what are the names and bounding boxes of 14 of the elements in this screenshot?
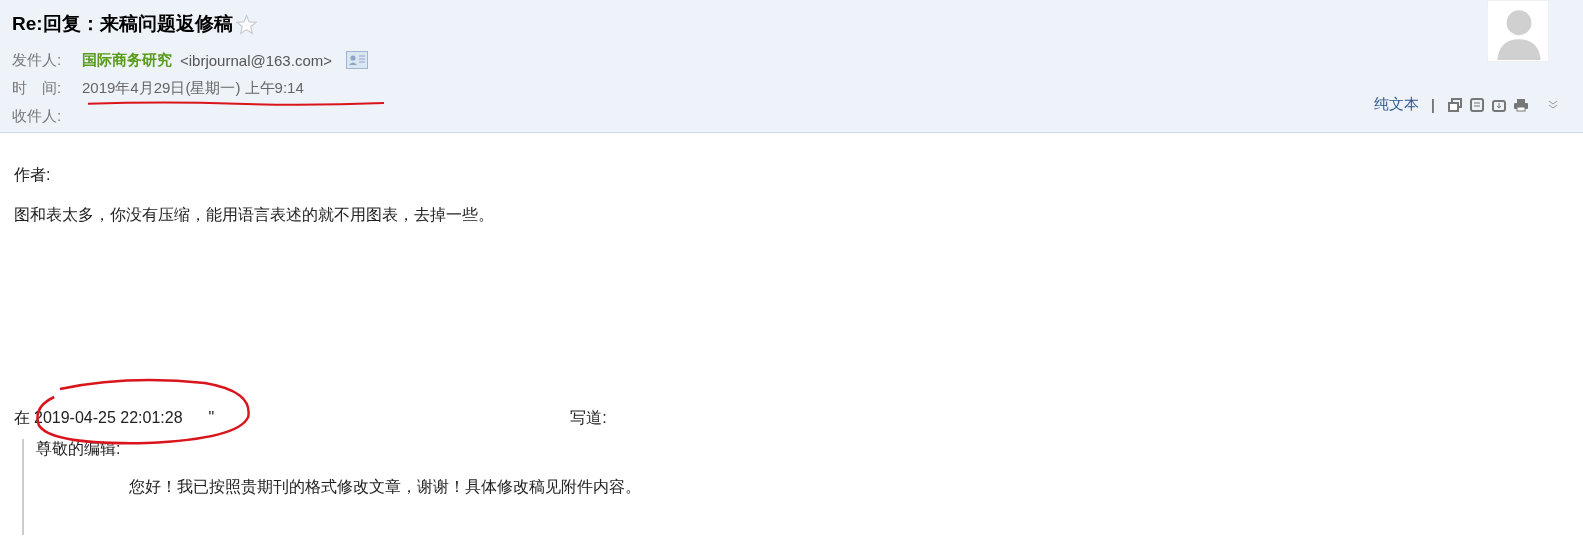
field-label: 收件人: [12, 106, 63, 126]
sender-address: <ibrjournal@163.com> [180, 51, 332, 69]
sent-time: 2019年4月29日(星期一) 上午9:14 [82, 78, 304, 98]
quoted-text: 您好！我已按照贵期刊的格式修改文章，谢谢！具体修改稿见附件内容。 [128, 477, 642, 497]
quote-mark: " [208, 409, 215, 427]
field-label: 时 间: [12, 78, 63, 98]
quote-suffix: 写道: [570, 407, 607, 428]
body-text: 图和表太多，你没有压缩，能用语言表述的就不用图表，去掉一些。 [14, 205, 495, 225]
email-subject: Re:回复：来稿问题返修稿 [12, 12, 233, 36]
quote-prefix: 在 [14, 407, 30, 428]
field-label: 发件人: [12, 50, 63, 70]
body-text: 作者: [14, 165, 52, 185]
separator: | [1431, 96, 1435, 113]
plain-text-link[interactable]: 纯文本 [1374, 95, 1420, 114]
